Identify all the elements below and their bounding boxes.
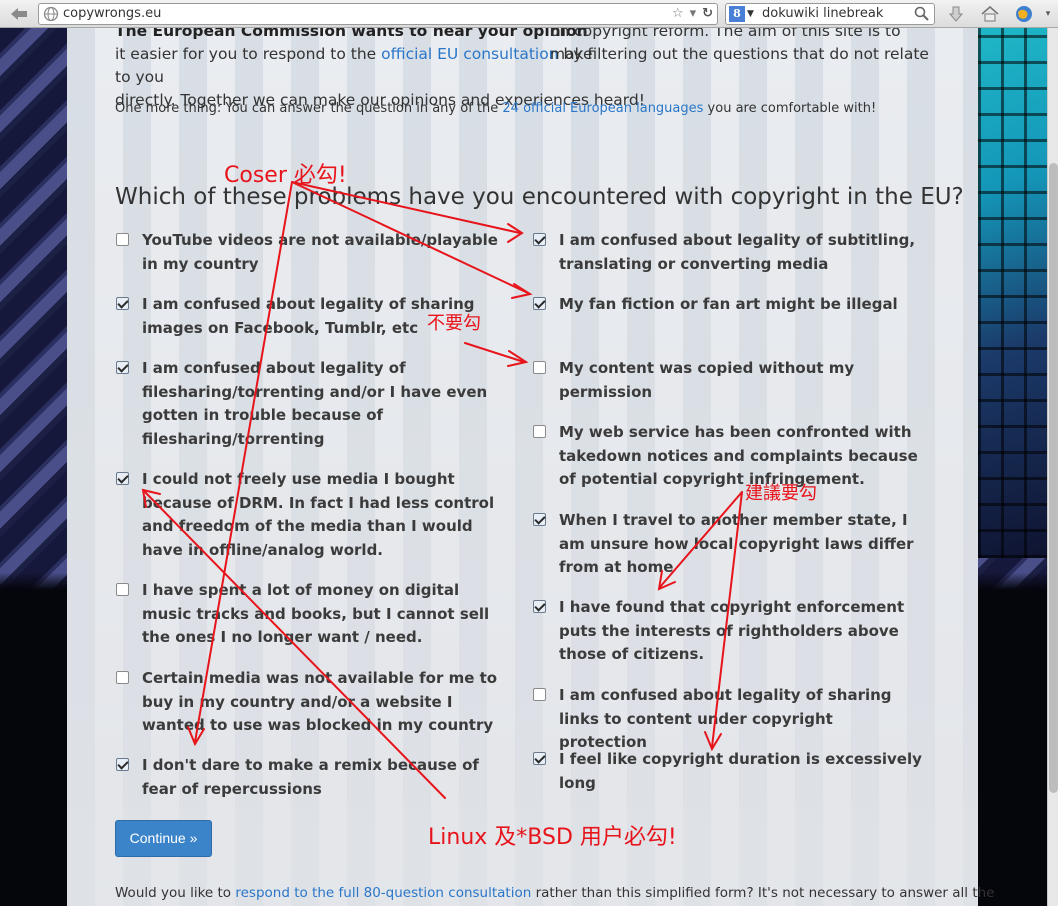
url-text: copywrongs.eu [63, 6, 162, 21]
official-eu-consultation-link[interactable]: official EU consultation [381, 45, 558, 63]
option-subtitling[interactable]: I am confused about legality of subtitli… [533, 229, 923, 276]
chevron-down-icon[interactable]: ▼ [747, 4, 754, 24]
scrollbar-thumb[interactable] [1049, 163, 1058, 793]
back-arrow-icon [11, 8, 27, 20]
option-label: I am confused about legality of fileshar… [142, 359, 488, 449]
official-languages-link[interactable]: 24 official European languages [502, 101, 703, 116]
option-travel[interactable]: When I travel to another member state, I… [533, 509, 923, 580]
option-fan-fiction[interactable]: My fan fiction or fan art might be illeg… [533, 293, 923, 317]
checkbox[interactable] [116, 297, 129, 310]
checkbox[interactable] [533, 425, 546, 438]
annotation-linux: Linux 及*BSD 用户必勾! [428, 825, 677, 850]
checkbox[interactable] [116, 233, 129, 246]
footer-post: rather than this simplified form? It's n… [531, 885, 995, 901]
checkbox[interactable] [533, 600, 546, 613]
globe-icon [43, 6, 59, 22]
option-sharing-links[interactable]: I am confused about legality of sharing … [533, 684, 923, 755]
download-arrow-icon [948, 6, 964, 22]
option-filesharing[interactable]: I am confused about legality of fileshar… [116, 357, 506, 452]
option-label: I am confused about legality of sharing … [559, 686, 892, 752]
option-label: YouTube videos are not available/playabl… [142, 231, 498, 273]
browser-toolbar: copywrongs.eu ☆ ▾ ↻ 8 ▼ dokuwiki linebre… [0, 0, 1058, 28]
option-label: I have spent a lot of money on digital m… [142, 581, 490, 647]
checkbox[interactable] [533, 233, 546, 246]
intro-paragraph: The European Commission wants to hear yo… [115, 22, 935, 112]
search-engine-icon[interactable]: 8 [729, 6, 745, 22]
reload-icon[interactable]: ↻ [702, 4, 713, 24]
option-label: I have found that copyright enforcement … [559, 598, 905, 664]
footer-pre: Would you like to [115, 885, 236, 901]
checkbox[interactable] [116, 361, 129, 374]
option-geoblocking[interactable]: Certain media was not available for me t… [116, 667, 506, 738]
checkbox[interactable] [116, 583, 129, 596]
annotation-buyao: 不要勾 [427, 313, 481, 334]
option-label: My content was copied without my permiss… [559, 359, 855, 401]
option-resale[interactable]: I have spent a lot of money on digital m… [116, 579, 506, 650]
home-button[interactable] [977, 3, 1003, 25]
history-dropdown-icon[interactable]: ▾ [690, 4, 697, 24]
annotation-coser: Coser 必勾! [224, 163, 347, 188]
option-duration[interactable]: I feel like copyright duration is excess… [533, 748, 923, 795]
chevron-down-icon: ▾ [1045, 9, 1051, 19]
checkbox[interactable] [533, 513, 546, 526]
option-enforcement[interactable]: I have found that copyright enforcement … [533, 596, 923, 667]
option-remix[interactable]: I don't dare to make a remix because of … [116, 754, 506, 801]
checkbox[interactable] [116, 472, 129, 485]
annotation-jianyi: 建議要勾 [745, 483, 817, 504]
home-icon [981, 5, 999, 22]
option-label: I am confused about legality of sharing … [142, 295, 475, 337]
extension-globe-icon [1016, 6, 1032, 22]
option-drm[interactable]: I could not freely use media I bought be… [116, 468, 506, 563]
footer-text: Would you like to respond to the full 80… [115, 885, 994, 901]
option-label: My web service has been confronted with … [559, 423, 918, 489]
checkbox[interactable] [116, 671, 129, 684]
full-consultation-link[interactable]: respond to the full 80-question consulta… [235, 885, 531, 901]
option-label: I could not freely use media I bought be… [142, 470, 495, 560]
option-label: I don't dare to make a remix because of … [142, 756, 479, 798]
search-text: dokuwiki linebreak [762, 6, 884, 21]
option-label: I feel like copyright duration is excess… [559, 750, 922, 792]
search-box[interactable]: 8 ▼ dokuwiki linebreak [725, 3, 935, 25]
downloads-button[interactable] [943, 3, 969, 25]
option-label: When I travel to another member state, I… [559, 511, 914, 577]
checkbox[interactable] [533, 688, 546, 701]
toolbar-overflow-button[interactable]: ▾ [1040, 3, 1056, 25]
option-label: I am confused about legality of subtitli… [559, 231, 916, 273]
background-tiles-right [978, 28, 1048, 558]
continue-button[interactable]: Continue » [115, 820, 212, 857]
back-button[interactable] [6, 4, 32, 24]
address-bar[interactable]: copywrongs.eu ☆ ▾ ↻ [38, 3, 718, 25]
option-label: My fan fiction or fan art might be illeg… [559, 295, 898, 313]
checkbox[interactable] [533, 361, 546, 374]
search-icon[interactable] [914, 6, 930, 22]
page-scrollbar[interactable] [1047, 28, 1058, 906]
option-takedown[interactable]: My web service has been confronted with … [533, 421, 923, 492]
checkbox[interactable] [116, 758, 129, 771]
checkbox[interactable] [533, 297, 546, 310]
extension-button[interactable] [1011, 3, 1037, 25]
option-label: Certain media was not available for me t… [142, 669, 498, 735]
checkbox[interactable] [533, 752, 546, 765]
language-note-pre: One more thing: You can answer the quest… [115, 101, 503, 116]
language-note-post: you are comfortable with! [703, 101, 877, 116]
language-note: One more thing: You can answer the quest… [115, 101, 876, 116]
intro-text-1: it easier for you to respond to the [115, 45, 382, 63]
bookmark-star-icon[interactable]: ☆ [672, 4, 684, 24]
option-youtube[interactable]: YouTube videos are not available/playabl… [116, 229, 506, 276]
option-content-copied[interactable]: My content was copied without my permiss… [533, 357, 923, 404]
